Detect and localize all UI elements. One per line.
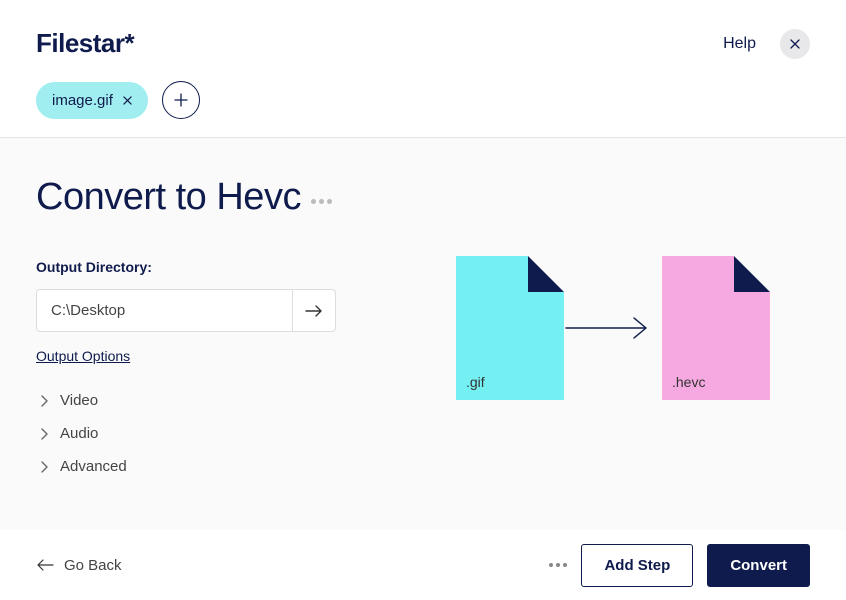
close-icon: [790, 39, 800, 49]
file-fold-icon: [734, 256, 770, 292]
header: Filestar* Help image.gif: [0, 0, 846, 138]
logo: Filestar*: [36, 28, 134, 59]
left-column: Convert to Hevc Output Directory: Output…: [36, 176, 416, 548]
file-chips-row: image.gif: [36, 81, 810, 119]
conversion-diagram: .gif .hevc: [456, 256, 770, 400]
output-directory-browse[interactable]: [292, 289, 336, 332]
arrow-left-icon: [36, 558, 54, 572]
output-directory-label: Output Directory:: [36, 259, 416, 275]
arrow-right-icon: [305, 304, 323, 318]
footer: Go Back Add Step Convert: [0, 530, 846, 600]
chevron-right-icon: [40, 428, 48, 440]
main: Convert to Hevc Output Directory: Output…: [0, 138, 846, 548]
page-title: Convert to Hevc: [36, 176, 301, 219]
convert-button[interactable]: Convert: [707, 544, 810, 587]
file-chip[interactable]: image.gif: [36, 82, 148, 119]
title-more-button[interactable]: [311, 191, 332, 204]
title-row: Convert to Hevc: [36, 176, 416, 219]
arrow-right-icon: [564, 316, 654, 340]
section-video[interactable]: Video: [36, 392, 416, 409]
header-actions: Help: [723, 29, 810, 59]
add-step-button[interactable]: Add Step: [581, 544, 693, 587]
source-file-icon: .gif: [456, 256, 564, 400]
plus-icon: [174, 93, 188, 107]
output-directory-row: [36, 289, 336, 332]
footer-more-button[interactable]: [549, 563, 567, 567]
go-back-label: Go Back: [64, 557, 122, 574]
help-link[interactable]: Help: [723, 35, 756, 53]
output-directory-input[interactable]: [36, 289, 292, 332]
section-label: Video: [60, 392, 98, 409]
section-label: Audio: [60, 425, 98, 442]
remove-file-icon[interactable]: [123, 93, 132, 107]
footer-actions: Add Step Convert: [549, 544, 810, 587]
file-chip-label: image.gif: [52, 92, 113, 109]
chevron-right-icon: [40, 461, 48, 473]
section-list: Video Audio Advanced: [36, 392, 416, 475]
section-label: Advanced: [60, 458, 127, 475]
target-file-icon: .hevc: [662, 256, 770, 400]
close-button[interactable]: [780, 29, 810, 59]
header-top: Filestar* Help: [36, 28, 810, 59]
add-file-button[interactable]: [162, 81, 200, 119]
chevron-right-icon: [40, 395, 48, 407]
section-advanced[interactable]: Advanced: [36, 458, 416, 475]
go-back-button[interactable]: Go Back: [36, 557, 122, 574]
output-options-link[interactable]: Output Options: [36, 348, 130, 364]
file-fold-icon: [528, 256, 564, 292]
source-ext-label: .gif: [466, 374, 485, 390]
section-audio[interactable]: Audio: [36, 425, 416, 442]
right-column: .gif .hevc: [416, 176, 810, 548]
target-ext-label: .hevc: [672, 374, 705, 390]
